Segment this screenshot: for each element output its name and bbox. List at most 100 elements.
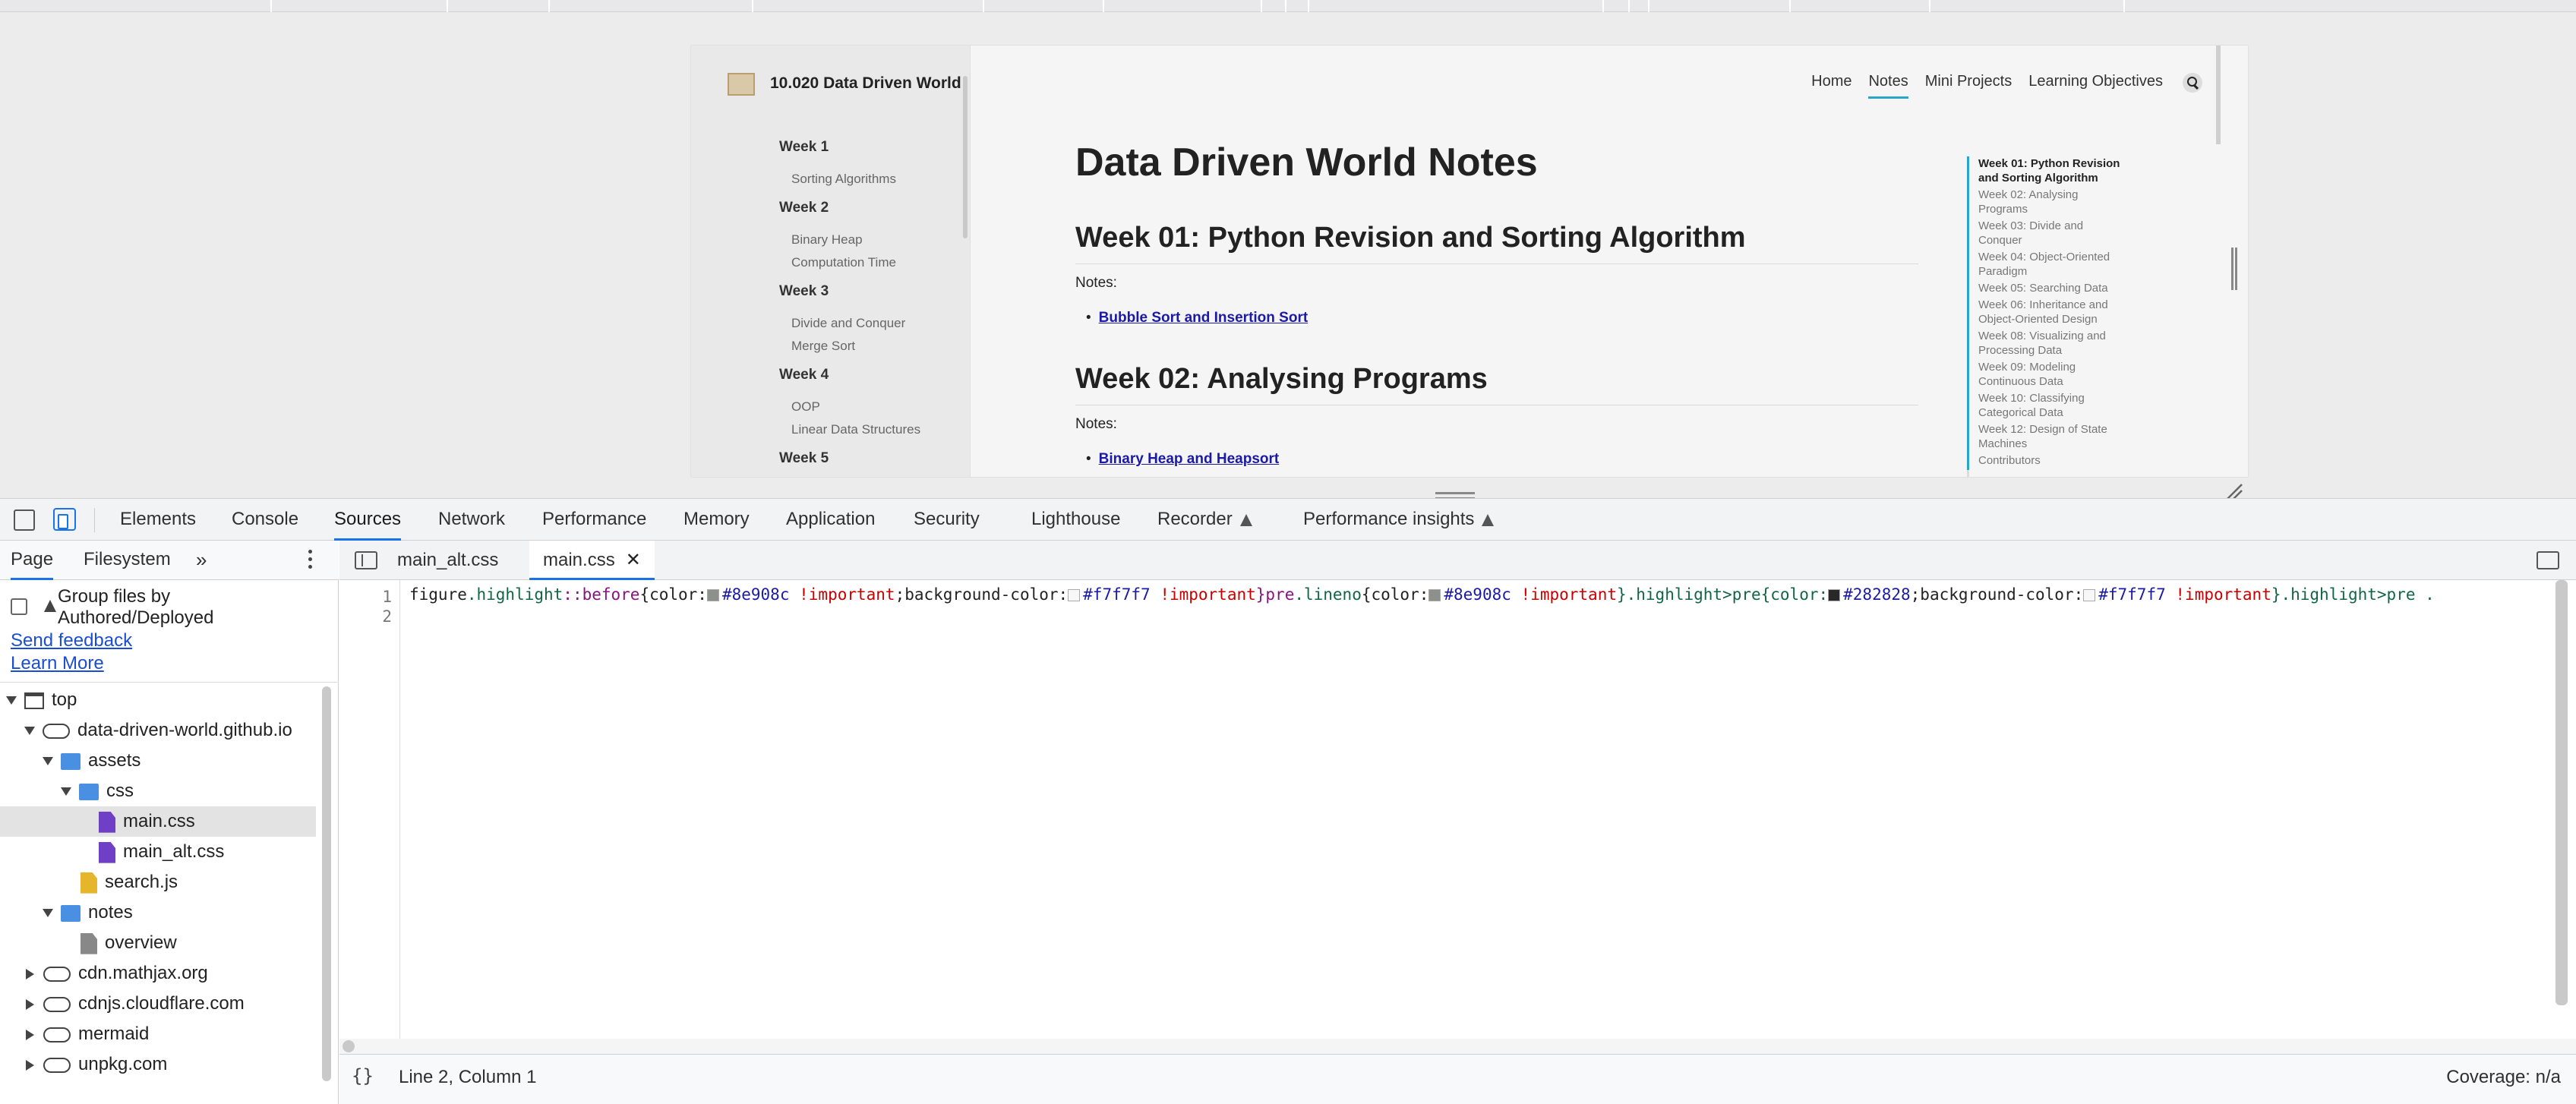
- nav-home[interactable]: Home: [1811, 73, 1852, 99]
- sidebar-item-binary-heap[interactable]: Binary Heap: [791, 232, 863, 248]
- expand-triangle-icon[interactable]: [43, 757, 53, 766]
- tree-item-cdnjs[interactable]: cdnjs.cloudflare.com: [0, 989, 245, 1019]
- tab-memory[interactable]: Memory: [683, 499, 750, 541]
- link-bubble-sort[interactable]: Bubble Sort and Insertion Sort: [1099, 310, 1309, 326]
- sidebar-scrollbar[interactable]: [963, 76, 968, 238]
- color-swatch[interactable]: [1428, 589, 1441, 601]
- toc-item[interactable]: Week 08: Visualizing and Processing Data: [1978, 329, 2126, 358]
- device-toolbar-icon[interactable]: [53, 508, 76, 531]
- navigator-scrollbar[interactable]: [322, 686, 331, 1081]
- tab-main-alt-css[interactable]: main_alt.css: [397, 541, 498, 580]
- sidebar-week-1[interactable]: Week 1: [779, 139, 829, 156]
- sidebar-item-oop[interactable]: OOP: [791, 399, 820, 415]
- collapse-triangle-icon[interactable]: [26, 998, 34, 1010]
- color-swatch[interactable]: [1068, 589, 1081, 601]
- scroll-thumb[interactable]: [343, 1040, 355, 1052]
- tree-item-overview[interactable]: overview: [0, 928, 177, 958]
- expand-triangle-icon[interactable]: [61, 787, 71, 796]
- nav-mini-projects[interactable]: Mini Projects: [1925, 73, 2012, 99]
- tab-elements[interactable]: Elements: [120, 499, 196, 541]
- sidebar-item-divide-and-conquer[interactable]: Divide and Conquer: [791, 316, 905, 331]
- tree-item-main-css[interactable]: main.css: [0, 806, 316, 837]
- sidebar-week-2[interactable]: Week 2: [779, 200, 829, 216]
- sidebar-item-merge-sort[interactable]: Merge Sort: [791, 339, 855, 354]
- code-token: #282828: [1843, 585, 1911, 604]
- tab-console[interactable]: Console: [232, 499, 298, 541]
- viewport-scroll-indicator[interactable]: [2231, 248, 2237, 290]
- toc-item[interactable]: Week 10: Classifying Categorical Data: [1978, 391, 2126, 420]
- tab-network[interactable]: Network: [438, 499, 505, 541]
- inspect-element-icon[interactable]: [14, 509, 35, 531]
- send-feedback-link[interactable]: Send feedback: [11, 630, 132, 651]
- device-viewport: 10.020 Data Driven World Week 1 Sorting …: [0, 12, 2576, 500]
- tree-item-css[interactable]: css: [0, 776, 134, 806]
- link-binary-heap[interactable]: Binary Heap and Heapsort: [1099, 451, 1280, 467]
- tree-item-search-js[interactable]: search.js: [0, 867, 178, 897]
- tab-performance[interactable]: Performance: [542, 499, 646, 541]
- sidebar-item-linear-data-structures[interactable]: Linear Data Structures: [791, 422, 920, 437]
- toc-item[interactable]: Week 01: Python Revision and Sorting Alg…: [1978, 156, 2126, 185]
- sidebar-item-sorting-algorithms[interactable]: Sorting Algorithms: [791, 172, 896, 187]
- toc-item[interactable]: Week 05: Searching Data: [1978, 281, 2126, 295]
- site-logo[interactable]: [728, 73, 755, 96]
- sidebar-week-4[interactable]: Week 4: [779, 367, 829, 383]
- tab-main-css[interactable]: main.css ✕: [529, 541, 655, 580]
- page-scrollbar[interactable]: [2216, 46, 2221, 144]
- toggle-debugger-icon[interactable]: [2537, 551, 2559, 569]
- tree-item-top[interactable]: top: [0, 685, 77, 715]
- tree-item-notes[interactable]: notes: [0, 897, 133, 928]
- toc-item[interactable]: Week 12: Design of State Machines: [1978, 422, 2126, 451]
- color-swatch[interactable]: [706, 589, 719, 601]
- collapse-triangle-icon[interactable]: [26, 1059, 34, 1071]
- more-tabs-chevron-icon[interactable]: »: [196, 541, 207, 580]
- collapse-triangle-icon[interactable]: [26, 968, 34, 979]
- sidebar-item-computation-time[interactable]: Computation Time: [791, 255, 896, 270]
- toc-item[interactable]: Week 09: Modeling Continuous Data: [1978, 360, 2126, 389]
- expand-triangle-icon[interactable]: [6, 696, 17, 705]
- tree-item-assets[interactable]: assets: [0, 746, 140, 776]
- website-frame: 10.020 Data Driven World Week 1 Sorting …: [691, 46, 2248, 477]
- tab-lighthouse[interactable]: Lighthouse: [1031, 499, 1120, 541]
- color-swatch[interactable]: [2083, 589, 2096, 601]
- site-title[interactable]: 10.020 Data Driven World: [770, 74, 961, 93]
- tree-item-mathjax[interactable]: cdn.mathjax.org: [0, 958, 208, 989]
- color-swatch[interactable]: [1828, 589, 1841, 601]
- toc-item[interactable]: Week 03: Divide and Conquer: [1978, 219, 2126, 248]
- cloud-icon: [43, 1057, 71, 1073]
- pretty-print-icon[interactable]: {}: [352, 1065, 374, 1087]
- toc-item[interactable]: Week 04: Object-Oriented Paradigm: [1978, 250, 2126, 279]
- tree-item-mermaid[interactable]: mermaid: [0, 1019, 149, 1049]
- collapse-triangle-icon[interactable]: [26, 1029, 34, 1040]
- sidebar-week-5[interactable]: Week 5: [779, 450, 829, 467]
- sidebar-week-3[interactable]: Week 3: [779, 283, 829, 300]
- learn-more-link[interactable]: Learn More: [11, 653, 104, 674]
- editor-vertical-scrollbar[interactable]: [2555, 580, 2568, 1005]
- tab-page[interactable]: Page: [11, 541, 54, 580]
- search-icon[interactable]: [2183, 73, 2202, 93]
- tree-label: data-driven-world.github.io: [77, 720, 292, 740]
- more-options-icon[interactable]: [308, 550, 313, 571]
- css-file-icon: [99, 811, 115, 833]
- tree-item-unpkg[interactable]: unpkg.com: [0, 1049, 167, 1080]
- close-icon[interactable]: ✕: [626, 550, 641, 570]
- nav-notes[interactable]: Notes: [1868, 73, 1908, 99]
- code-line-1[interactable]: figure.highlight::before{color: #8e908c !…: [409, 585, 2543, 604]
- toc-item[interactable]: Contributors: [1978, 453, 2126, 468]
- tree-item-domain[interactable]: data-driven-world.github.io: [0, 715, 292, 746]
- expand-triangle-icon[interactable]: [43, 909, 53, 918]
- group-files-checkbox[interactable]: [11, 598, 27, 615]
- tree-item-main-alt-css[interactable]: main_alt.css: [0, 837, 224, 867]
- tab-application[interactable]: Application: [786, 499, 875, 541]
- nav-learning-objectives[interactable]: Learning Objectives: [2028, 73, 2163, 99]
- toc-item[interactable]: Week 02: Analysing Programs: [1978, 188, 2126, 216]
- editor-horizontal-scrollbar[interactable]: [339, 1039, 2576, 1054]
- toggle-navigator-icon[interactable]: [355, 551, 377, 569]
- tab-performance-insights[interactable]: Performance insights: [1303, 499, 1495, 541]
- tab-recorder[interactable]: Recorder: [1157, 499, 1252, 541]
- page-title: Data Driven World Notes: [1075, 140, 1538, 185]
- tab-security[interactable]: Security: [914, 499, 980, 541]
- tab-filesystem[interactable]: Filesystem: [84, 541, 171, 580]
- toc-item[interactable]: Week 06: Inheritance and Object-Oriented…: [1978, 298, 2126, 326]
- expand-triangle-icon[interactable]: [24, 727, 35, 736]
- tab-sources[interactable]: Sources: [334, 499, 402, 541]
